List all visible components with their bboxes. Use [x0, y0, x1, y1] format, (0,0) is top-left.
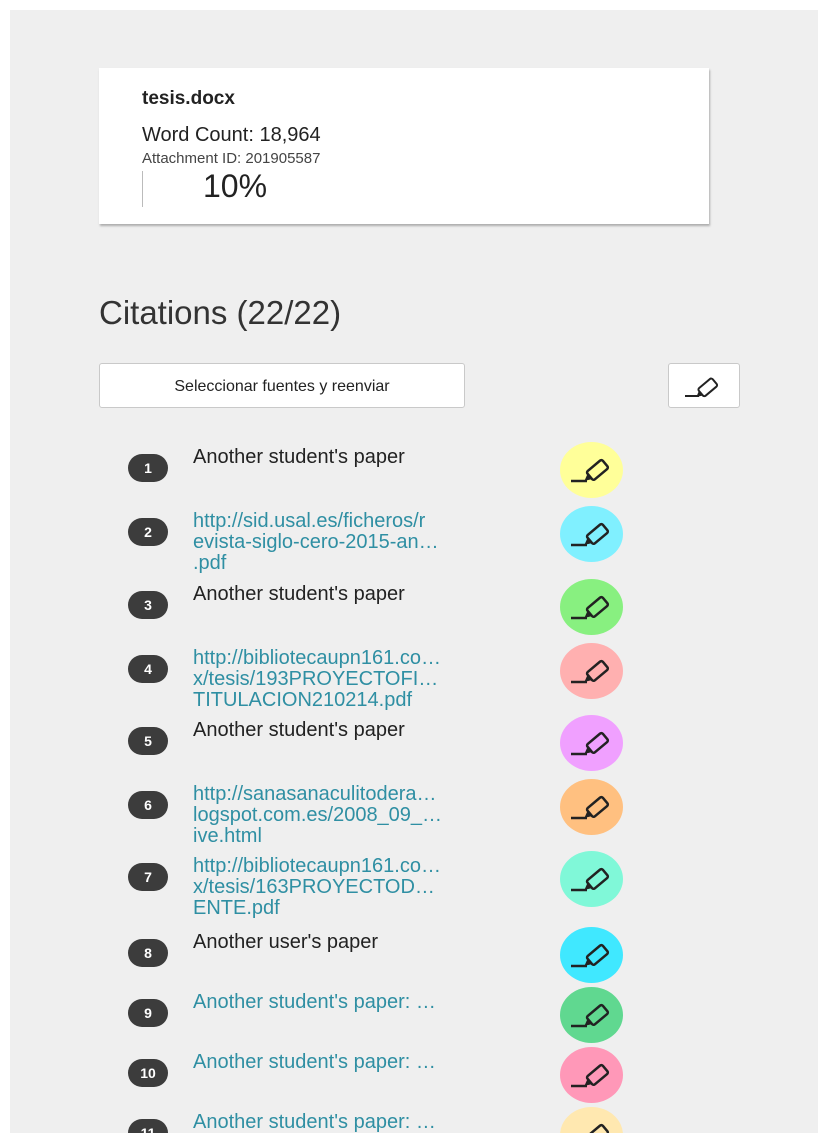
highlight-color-button[interactable] [560, 715, 623, 771]
highlight-color-button[interactable] [560, 987, 623, 1043]
highlighter-icon [571, 1003, 610, 1028]
citation-text-line[interactable]: ENTE.pdf [193, 898, 538, 919]
citation-source-link[interactable]: http://sid.usal.es/ficheros/r evista-sigl… [193, 511, 538, 574]
citation-text-line[interactable]: http://bibliotecaupn161.co… [193, 648, 538, 669]
highlight-color-button[interactable] [560, 442, 623, 498]
citation-text-line[interactable]: Another student's paper: … [193, 1052, 538, 1073]
highlight-toggle-button[interactable] [668, 363, 740, 408]
citation-text-line[interactable]: http://bibliotecaupn161.co… [193, 856, 538, 877]
file-summary-card: tesis.docx Word Count: 18,964 Attachment… [99, 68, 709, 224]
file-name: tesis.docx [142, 88, 235, 109]
highlighter-icon [571, 731, 610, 756]
citation-source-link[interactable]: http://sanasanaculitodera… logspot.com.es… [193, 784, 538, 847]
attachment-id: Attachment ID: 201905587 [142, 150, 321, 167]
citation-source-label: Another student's paper [193, 584, 538, 605]
highlight-color-button[interactable] [560, 506, 623, 562]
highlight-color-button[interactable] [560, 1047, 623, 1103]
highlighter-icon [685, 377, 719, 398]
highlighter-icon [571, 659, 610, 684]
citation-text-line[interactable]: http://sanasanaculitodera… [193, 784, 538, 805]
citation-number: 2 [128, 518, 168, 546]
citation-row[interactable]: 11 Another student's paper: … [10, 10, 818, 1133]
citation-number: 7 [128, 863, 168, 891]
citation-number: 6 [128, 791, 168, 819]
highlight-color-button[interactable] [560, 1107, 623, 1133]
citation-text-line: Another student's paper [193, 583, 405, 605]
citation-text-line[interactable]: TITULACION210214.pdf [193, 690, 538, 711]
citation-number: 1 [128, 454, 168, 482]
highlighter-icon [571, 458, 610, 483]
citation-number: 10 [128, 1059, 168, 1087]
highlight-color-button[interactable] [560, 851, 623, 907]
highlighter-icon [571, 595, 610, 620]
citation-source-label: Another student's paper [193, 720, 538, 741]
citation-number: 4 [128, 655, 168, 683]
highlight-color-button[interactable] [560, 579, 623, 635]
citation-text-line[interactable]: http://sid.usal.es/ficheros/r [193, 511, 538, 532]
similarity-bar [142, 171, 143, 207]
citation-source-label: Another student's paper [193, 447, 538, 468]
similarity-percent: 10% [203, 168, 268, 204]
citations-heading: Citations (22/22) [99, 294, 342, 331]
report-panel: tesis.docx Word Count: 18,964 Attachment… [10, 10, 818, 1133]
highlight-color-button[interactable] [560, 643, 623, 699]
citation-text-line[interactable]: x/tesis/163PROYECTOD… [193, 877, 538, 898]
citation-text-line[interactable]: Another student's paper: … [193, 992, 538, 1013]
highlighter-icon [571, 522, 610, 547]
highlighter-icon [571, 867, 610, 892]
citation-text-line[interactable]: x/tesis/193PROYECTOFI… [193, 669, 538, 690]
citation-source-link[interactable]: http://bibliotecaupn161.co… x/tesis/193PR… [193, 648, 538, 711]
highlight-color-button[interactable] [560, 927, 623, 983]
citation-text-line[interactable]: ive.html [193, 826, 538, 847]
citation-source-link[interactable]: Another student's paper: … [193, 1052, 538, 1073]
highlighter-icon [571, 795, 610, 820]
citation-number: 3 [128, 591, 168, 619]
citation-text-line: Another student's paper [193, 719, 405, 741]
citation-number: 11 [128, 1119, 168, 1133]
citation-number: 9 [128, 999, 168, 1027]
citation-number: 8 [128, 939, 168, 967]
select-sources-resubmit-button[interactable]: Seleccionar fuentes y reenviar [99, 363, 465, 408]
citation-text-line[interactable]: .pdf [193, 553, 538, 574]
citation-text-line[interactable]: evista-siglo-cero-2015-an… [193, 532, 538, 553]
highlighter-icon [571, 943, 610, 968]
citation-text-line[interactable]: Another student's paper: … [193, 1112, 538, 1133]
highlight-color-button[interactable] [560, 779, 623, 835]
citation-text-line: Another student's paper [193, 446, 405, 468]
highlighter-icon [571, 1063, 610, 1088]
citation-source-link[interactable]: Another student's paper: … [193, 1112, 538, 1133]
citation-source-link[interactable]: http://bibliotecaupn161.co… x/tesis/163PR… [193, 856, 538, 919]
citation-source-link[interactable]: Another student's paper: … [193, 992, 538, 1013]
highlighter-icon [585, 1123, 610, 1133]
word-count: Word Count: 18,964 [142, 124, 321, 146]
citation-source-label: Another user's paper [193, 932, 538, 953]
citation-text-line: Another user's paper [193, 931, 379, 953]
citation-number: 5 [128, 727, 168, 755]
citation-text-line[interactable]: logspot.com.es/2008_09_… [193, 805, 538, 826]
